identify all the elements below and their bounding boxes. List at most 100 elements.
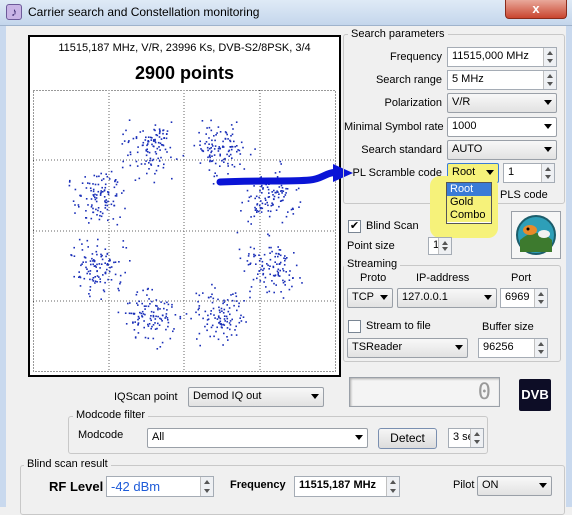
modcode-select[interactable]: All (147, 428, 368, 448)
search-standard-select[interactable]: AUTO (447, 140, 557, 160)
constellation-point (230, 135, 232, 137)
constellation-point (95, 197, 98, 199)
rf-level-spinner[interactable] (200, 477, 213, 496)
constellation-point (284, 258, 287, 260)
iqscan-select[interactable]: Demod IQ out (188, 387, 324, 407)
pl-option-combo[interactable]: Combo (447, 209, 491, 222)
constellation-point (236, 145, 238, 147)
constellation-point (229, 153, 232, 156)
port-input[interactable]: 6969 (500, 288, 548, 308)
constellation-point (240, 320, 243, 322)
constellation-point (210, 147, 212, 149)
pl-code-spinner[interactable] (541, 164, 554, 182)
constellation-point (81, 263, 83, 265)
constellation-point (222, 344, 224, 346)
constellation-point (269, 210, 272, 213)
constellation-point (213, 135, 215, 137)
constellation-point (216, 318, 219, 320)
constellation-point (92, 263, 94, 266)
constellation-point (100, 190, 102, 192)
ip-address-select[interactable]: 127.0.0.1 (397, 288, 497, 308)
point-size-spinner[interactable] (438, 238, 451, 254)
constellation-point (123, 140, 126, 142)
constellation-point (101, 258, 104, 261)
pl-code-input[interactable]: 1 (503, 163, 555, 183)
detect-button[interactable]: Detect (378, 428, 437, 449)
constellation-point (238, 321, 241, 324)
constellation-point (254, 209, 257, 211)
constellation-point (269, 252, 271, 254)
search-range-value: 5 MHz (452, 73, 484, 85)
constellation-point (275, 209, 278, 211)
pl-option-gold[interactable]: Gold (447, 196, 491, 209)
result-frequency-label: Frequency (230, 479, 286, 491)
buffer-size-input[interactable]: 96256 (478, 338, 548, 358)
constellation-point (239, 317, 241, 319)
result-frequency-value: 11515,187 MHz (299, 479, 377, 491)
search-range-spinner[interactable] (543, 71, 556, 89)
search-range-input[interactable]: 5 MHz (447, 70, 557, 90)
constellation-point (162, 166, 165, 169)
constellation-point (87, 204, 89, 206)
constellation-point (103, 190, 106, 192)
constellation-point (73, 255, 76, 257)
constellation-point (86, 272, 88, 275)
buffer-size-spinner[interactable] (534, 339, 547, 357)
constellation-point (190, 317, 192, 320)
constellation-point (214, 145, 217, 147)
blind-scan-checkbox[interactable]: ✔ (348, 220, 361, 233)
constellation-point (216, 326, 218, 329)
constellation-point (137, 323, 139, 325)
buffer-size-label: Buffer size (482, 321, 534, 333)
reader-select[interactable]: TSReader (347, 338, 468, 358)
interval-input[interactable]: 3 sec (448, 428, 484, 448)
constellation-point (147, 136, 150, 138)
constellation-point (299, 277, 301, 279)
constellation-point (249, 290, 251, 293)
constellation-point (74, 204, 76, 206)
fish-logo-button[interactable] (511, 211, 561, 259)
constellation-point (166, 130, 169, 132)
constellation-point (81, 249, 84, 251)
constellation-point (160, 156, 162, 159)
point-size-input[interactable]: 1 (428, 237, 452, 255)
frequency-spinner[interactable] (543, 48, 556, 66)
constellation-point (253, 247, 255, 250)
constellation-point (150, 315, 152, 317)
constellation-point (101, 191, 104, 193)
close-button[interactable]: x (505, 0, 567, 19)
constellation-point (107, 193, 110, 195)
constellation-point (122, 240, 125, 242)
stream-to-file-checkbox[interactable] (348, 320, 361, 333)
min-symbol-rate-value: 1000 (452, 120, 477, 132)
constellation-point (263, 281, 265, 283)
pl-option-root[interactable]: Root (447, 183, 491, 196)
constellation-point (163, 137, 165, 139)
pilot-select[interactable]: ON (477, 476, 552, 496)
interval-spinner[interactable] (470, 429, 483, 447)
constellation-point (96, 270, 98, 272)
constellation-point (110, 279, 113, 281)
constellation-point (179, 317, 182, 320)
pilot-value: ON (482, 479, 499, 491)
constellation-point (107, 191, 110, 194)
constellation-point (73, 275, 75, 278)
rf-level-field: -42 dBm (106, 476, 214, 497)
constellation-point (277, 255, 279, 258)
constellation-point (149, 159, 151, 162)
polarization-select[interactable]: V/R (447, 93, 557, 113)
min-symbol-rate-select[interactable]: 1000 (447, 117, 557, 137)
constellation-point (227, 138, 229, 140)
constellation-point (147, 141, 149, 143)
port-spinner[interactable] (534, 289, 547, 307)
constellation-point (289, 270, 291, 272)
constellation-point (95, 250, 98, 253)
proto-select[interactable]: TCP (347, 288, 393, 308)
frequency-input[interactable]: 11515,000 MHz (447, 47, 557, 67)
constellation-point (207, 296, 210, 299)
constellation-point (147, 287, 149, 290)
constellation-point (198, 305, 201, 307)
constellation-point (129, 164, 132, 167)
result-frequency-spinner[interactable] (386, 477, 399, 496)
constellation-point (292, 208, 294, 210)
